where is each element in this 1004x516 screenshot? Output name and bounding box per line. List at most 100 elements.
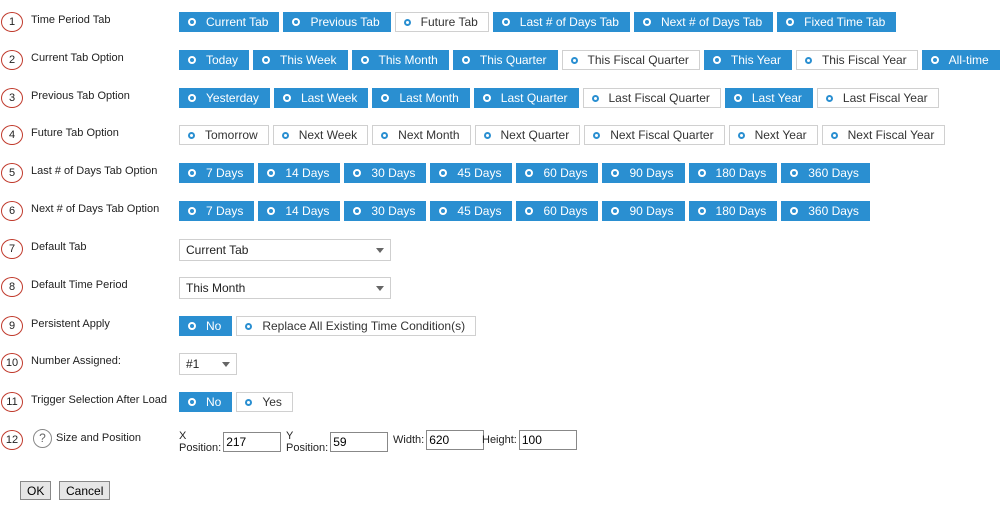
row4-option[interactable]: Next Week [272, 125, 369, 145]
row1-option[interactable]: Fixed Time Tab [777, 12, 897, 32]
row-label: Future Tab Option [31, 127, 119, 139]
row1-option-label: Next # of Days Tab [660, 15, 763, 29]
row3-option[interactable]: Yesterday [179, 88, 270, 108]
row2-option[interactable]: Today [179, 50, 250, 70]
number-assigned-select[interactable]: #1 [179, 353, 237, 375]
help-icon[interactable]: ? [33, 429, 52, 448]
row5-option[interactable]: 14 Days [258, 163, 341, 183]
row1-option-label: Future Tab [420, 15, 478, 29]
row-number: 2 [1, 50, 23, 70]
row4-option[interactable]: Next Quarter [474, 125, 581, 145]
row2-option[interactable]: All-time [921, 50, 1000, 70]
row4-option[interactable]: Next Fiscal Quarter [584, 125, 725, 145]
persistent-option-label: Replace All Existing Time Condition(s) [262, 319, 466, 333]
row1-option[interactable]: Current Tab [179, 12, 280, 32]
radio-icon [804, 56, 812, 64]
radio-icon [830, 131, 838, 139]
row6-option[interactable]: 30 Days [344, 201, 427, 221]
default-tab-select[interactable]: Current Tab [179, 239, 391, 261]
row4-option[interactable]: Next Year [728, 125, 818, 145]
ok-button[interactable]: OK [20, 481, 52, 500]
radio-icon [188, 398, 196, 406]
row3-option[interactable]: Last Quarter [473, 88, 579, 108]
radio-icon [188, 207, 196, 215]
row-number: 11 [1, 392, 23, 412]
row-label: Size and Position [56, 432, 141, 444]
radio-icon [786, 18, 795, 26]
row6-option[interactable]: 45 Days [430, 201, 513, 221]
row-number: 3 [1, 88, 23, 108]
row3-option-label: Last Month [399, 91, 459, 105]
width-input[interactable] [426, 430, 485, 450]
row1-option-label: Previous Tab [310, 15, 380, 29]
row4-option-label: Next Quarter [500, 128, 570, 142]
row3-option-label: Last Fiscal Quarter [608, 91, 710, 105]
row2-option[interactable]: This Fiscal Quarter [561, 50, 700, 70]
row-number: 4 [1, 125, 23, 145]
row3-option[interactable]: Last Fiscal Year [816, 88, 939, 108]
radio-icon [353, 207, 362, 215]
row2-option-label: This Quarter [479, 53, 547, 67]
radio-icon [282, 94, 291, 102]
row5-option[interactable]: 30 Days [344, 163, 427, 183]
row2-option[interactable]: This Fiscal Year [795, 50, 918, 70]
row4-option[interactable]: Tomorrow [179, 125, 269, 145]
x-position-input[interactable] [223, 432, 282, 452]
row6-option[interactable]: 7 Days [179, 201, 255, 221]
row6-option-label: 60 Days [543, 204, 588, 218]
row1-option[interactable]: Last # of Days Tab [492, 12, 630, 32]
row5-option[interactable]: 90 Days [602, 163, 685, 183]
radio-icon [292, 18, 301, 26]
row4-option[interactable]: Next Month [372, 125, 471, 145]
persistent-option[interactable]: No [179, 316, 233, 336]
height-input[interactable] [518, 430, 577, 450]
height-label: Height: [482, 434, 517, 446]
row6-option[interactable]: 360 Days [781, 201, 870, 221]
row-number: 10 [1, 353, 23, 373]
row5-option[interactable]: 60 Days [516, 163, 599, 183]
y-position-input[interactable] [330, 432, 389, 452]
persistent-option[interactable]: Replace All Existing Time Condition(s) [236, 316, 477, 336]
row1-option[interactable]: Previous Tab [283, 12, 391, 32]
row5-option[interactable]: 7 Days [179, 163, 255, 183]
row2-option[interactable]: This Week [253, 50, 348, 70]
row2-option[interactable]: This Quarter [452, 50, 558, 70]
row3-option[interactable]: Last Week [273, 88, 369, 108]
row5-option[interactable]: 180 Days [688, 163, 778, 183]
row1-option[interactable]: Next # of Days Tab [633, 12, 774, 32]
row1-option-label: Current Tab [206, 15, 269, 29]
row5-option-label: 180 Days [715, 166, 767, 180]
row6-option[interactable]: 90 Days [602, 201, 685, 221]
height-field: Height: [482, 430, 577, 450]
row5-option[interactable]: 45 Days [430, 163, 513, 183]
radio-icon [267, 169, 276, 177]
row5-option[interactable]: 360 Days [781, 163, 870, 183]
row3-option[interactable]: Last Year [724, 88, 813, 108]
row2-option[interactable]: This Year [703, 50, 792, 70]
row3-option[interactable]: Last Month [372, 88, 470, 108]
row1-option[interactable]: Future Tab [394, 12, 489, 32]
radio-icon [360, 56, 369, 64]
trigger-option[interactable]: No [179, 392, 233, 412]
row2-option-label: This Month [378, 53, 438, 67]
row2-option[interactable]: This Month [351, 50, 449, 70]
row-label: Last # of Days Tab Option [31, 165, 158, 177]
row-label: Time Period Tab [31, 14, 111, 26]
row3-option[interactable]: Last Fiscal Quarter [582, 88, 721, 108]
row6-option[interactable]: 180 Days [688, 201, 778, 221]
row5-option-label: 30 Days [371, 166, 416, 180]
radio-icon [593, 131, 601, 139]
row3-option-label: Last Year [751, 91, 802, 105]
row4-option[interactable]: Next Fiscal Year [821, 125, 946, 145]
default-time-period-select[interactable]: This Month [179, 277, 391, 299]
row6-option-label: 180 Days [715, 204, 767, 218]
row6-option[interactable]: 14 Days [258, 201, 341, 221]
option-group: No Replace All Existing Time Condition(s) [179, 316, 477, 336]
row6-option[interactable]: 60 Days [516, 201, 599, 221]
row-number: 1 [1, 12, 23, 32]
radio-icon [501, 18, 510, 26]
row3-option-label: Last Week [300, 91, 358, 105]
trigger-option[interactable]: Yes [236, 392, 293, 412]
cancel-button[interactable]: Cancel [59, 481, 111, 500]
row4-option-label: Next Week [298, 128, 358, 142]
